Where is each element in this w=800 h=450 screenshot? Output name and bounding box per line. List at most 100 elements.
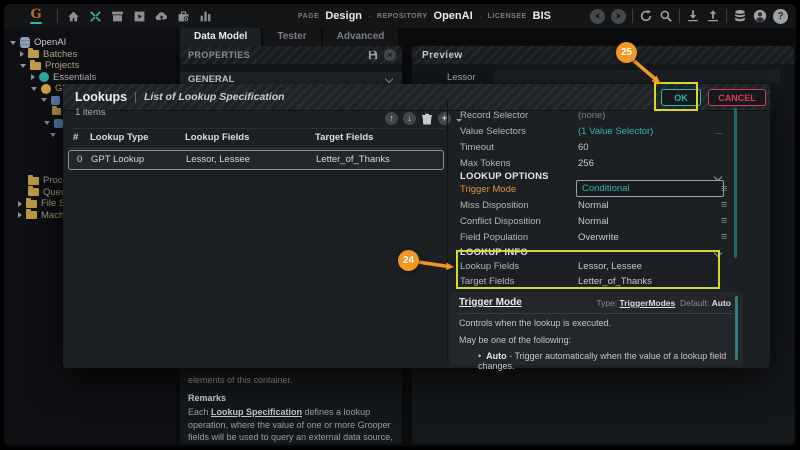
delete-icon[interactable] xyxy=(421,113,433,125)
save-icon[interactable] xyxy=(368,50,378,60)
folder-icon xyxy=(26,200,37,208)
ellipsis-button[interactable]: ... xyxy=(715,126,723,137)
chevron-down-icon[interactable] xyxy=(385,75,393,83)
prop-row-conflict-disposition[interactable]: Conflict Disposition Normal ≡ xyxy=(453,214,743,230)
lessor-field-input[interactable] xyxy=(494,70,780,83)
user-icon[interactable] xyxy=(753,9,767,23)
preview-title: Preview xyxy=(412,50,463,61)
tree-item-hidden[interactable] xyxy=(44,118,63,129)
collapse-arrow-icon[interactable] xyxy=(41,98,47,102)
collapse-arrow-icon[interactable] xyxy=(20,64,26,68)
upload-icon[interactable] xyxy=(706,9,720,23)
prop-value[interactable]: Normal xyxy=(578,216,609,227)
expand-arrow-icon[interactable] xyxy=(20,51,24,57)
topbar-divider xyxy=(57,9,58,23)
page-value[interactable]: Design xyxy=(325,10,362,22)
batches-icon[interactable] xyxy=(111,10,124,23)
run-box-icon[interactable] xyxy=(133,10,146,23)
prop-value[interactable]: (1 Value Selector) xyxy=(578,126,653,137)
col-header-target-fields[interactable]: Target Fields xyxy=(315,132,373,148)
breadcrumb-dot: · xyxy=(479,11,482,21)
cloud-upload-icon[interactable] xyxy=(155,10,168,23)
prop-row-miss-disposition[interactable]: Miss Disposition Normal ≡ xyxy=(453,198,743,214)
search-icon[interactable] xyxy=(659,9,673,23)
tab-data-model[interactable]: Data Model xyxy=(180,28,261,46)
dropdown-menu-icon[interactable]: ≡ xyxy=(721,199,727,211)
collapse-arrow-icon[interactable] xyxy=(10,41,16,45)
prop-value[interactable]: (none) xyxy=(578,110,605,121)
expand-arrow-icon[interactable] xyxy=(18,212,22,218)
cell-target-fields: Letter_of_Thanks xyxy=(316,154,390,165)
prop-label: Value Selectors xyxy=(460,126,526,137)
dropdown-menu-icon[interactable]: ≡ xyxy=(721,215,727,227)
trigger-modes-link[interactable]: TriggerModes xyxy=(620,298,676,308)
tree-item-queues[interactable]: Queu xyxy=(28,187,66,198)
tree-item-hidden[interactable] xyxy=(52,106,61,117)
repository-label: REPOSITORY xyxy=(377,13,428,20)
expand-arrow-icon[interactable] xyxy=(31,74,35,80)
back-button[interactable] xyxy=(590,9,605,24)
preview-header: Preview xyxy=(412,46,794,64)
add-icon[interactable]: + xyxy=(438,112,451,125)
move-up-icon[interactable]: ↑ xyxy=(385,112,398,125)
database-icon[interactable] xyxy=(733,9,747,23)
tree-item-file-stores[interactable]: File S xyxy=(18,198,65,209)
collapse-arrow-icon[interactable] xyxy=(44,121,50,125)
tree-item-batches[interactable]: Batches xyxy=(20,49,77,60)
grooper-logo[interactable]: G xyxy=(30,9,42,24)
col-header-index[interactable]: # xyxy=(73,132,78,148)
licensee-value[interactable]: BIS xyxy=(533,10,551,22)
collapse-arrow-icon[interactable] xyxy=(50,133,56,137)
download-icon[interactable] xyxy=(686,9,700,23)
tree-item-essentials[interactable]: Essentials xyxy=(31,72,96,83)
prop-row-timeout[interactable]: Timeout 60 xyxy=(453,140,743,156)
tab-advanced[interactable]: Advanced xyxy=(323,28,399,46)
property-grid-scrollbar[interactable] xyxy=(734,108,737,258)
project-icon xyxy=(39,72,49,82)
prop-value[interactable]: Normal xyxy=(578,200,609,211)
design-tools-icon[interactable] xyxy=(89,10,102,23)
tree-label: Projects xyxy=(45,60,79,71)
tree-item-hidden[interactable] xyxy=(41,95,60,106)
trigger-mode-dropdown[interactable]: Conditional xyxy=(576,180,724,197)
lookups-dialog: Lookups | List of Lookup Specification O… xyxy=(63,84,770,368)
help-icon[interactable]: ? xyxy=(773,9,788,24)
col-header-lookup-type[interactable]: Lookup Type xyxy=(90,132,148,148)
col-header-lookup-fields[interactable]: Lookup Fields xyxy=(185,132,249,148)
tab-tester[interactable]: Tester xyxy=(263,28,320,46)
forward-button[interactable] xyxy=(611,9,626,24)
prop-row-field-population[interactable]: Field Population Overwrite ≡ xyxy=(453,230,743,246)
close-icon[interactable]: × xyxy=(384,49,396,61)
dropdown-menu-icon[interactable]: ≡ xyxy=(721,231,727,243)
collapse-arrow-icon[interactable] xyxy=(31,87,37,91)
refresh-icon[interactable] xyxy=(639,9,653,23)
table-row[interactable]: 0 GPT Lookup Lessor, Lessee Letter_of_Th… xyxy=(68,150,444,170)
tree-item-projects[interactable]: Projects xyxy=(20,60,79,71)
home-icon[interactable] xyxy=(67,10,80,23)
tree-item-hidden[interactable] xyxy=(50,129,56,140)
prop-row-value-selectors[interactable]: Value Selectors (1 Value Selector) ... xyxy=(453,124,743,140)
stats-icon[interactable] xyxy=(199,10,212,23)
prop-row-record-selector[interactable]: Record Selector (none) xyxy=(453,108,743,124)
tree-item-openai[interactable]: OpenAI xyxy=(10,37,66,48)
prop-row-trigger-mode[interactable]: Trigger Mode Conditional ≡ xyxy=(453,182,743,198)
help-meta: Type: TriggerModes Default: Auto xyxy=(596,298,731,308)
lookup-specification-link[interactable]: Lookup Specification xyxy=(211,407,302,417)
jobs-icon[interactable] xyxy=(177,10,190,23)
dropdown-menu-icon[interactable]: ≡ xyxy=(721,183,727,195)
tree-item-machines[interactable]: Mach xyxy=(18,210,64,221)
repository-value[interactable]: OpenAI xyxy=(434,10,473,22)
help-divider xyxy=(458,313,733,314)
tree-item-processes[interactable]: Proc xyxy=(28,175,63,186)
cell-index: 0 xyxy=(77,154,82,165)
prop-value[interactable]: Overwrite xyxy=(578,232,619,243)
prop-value[interactable]: 60 xyxy=(578,142,589,153)
highlight-box-ok xyxy=(654,82,698,111)
page-label: PAGE xyxy=(298,13,319,20)
repository-icon xyxy=(20,37,30,48)
prop-value[interactable]: 256 xyxy=(578,158,594,169)
move-down-icon[interactable]: ↓ xyxy=(403,112,416,125)
expand-arrow-icon[interactable] xyxy=(18,201,22,207)
cancel-button[interactable]: CANCEL xyxy=(708,89,766,106)
help-scrollbar[interactable] xyxy=(735,296,738,360)
